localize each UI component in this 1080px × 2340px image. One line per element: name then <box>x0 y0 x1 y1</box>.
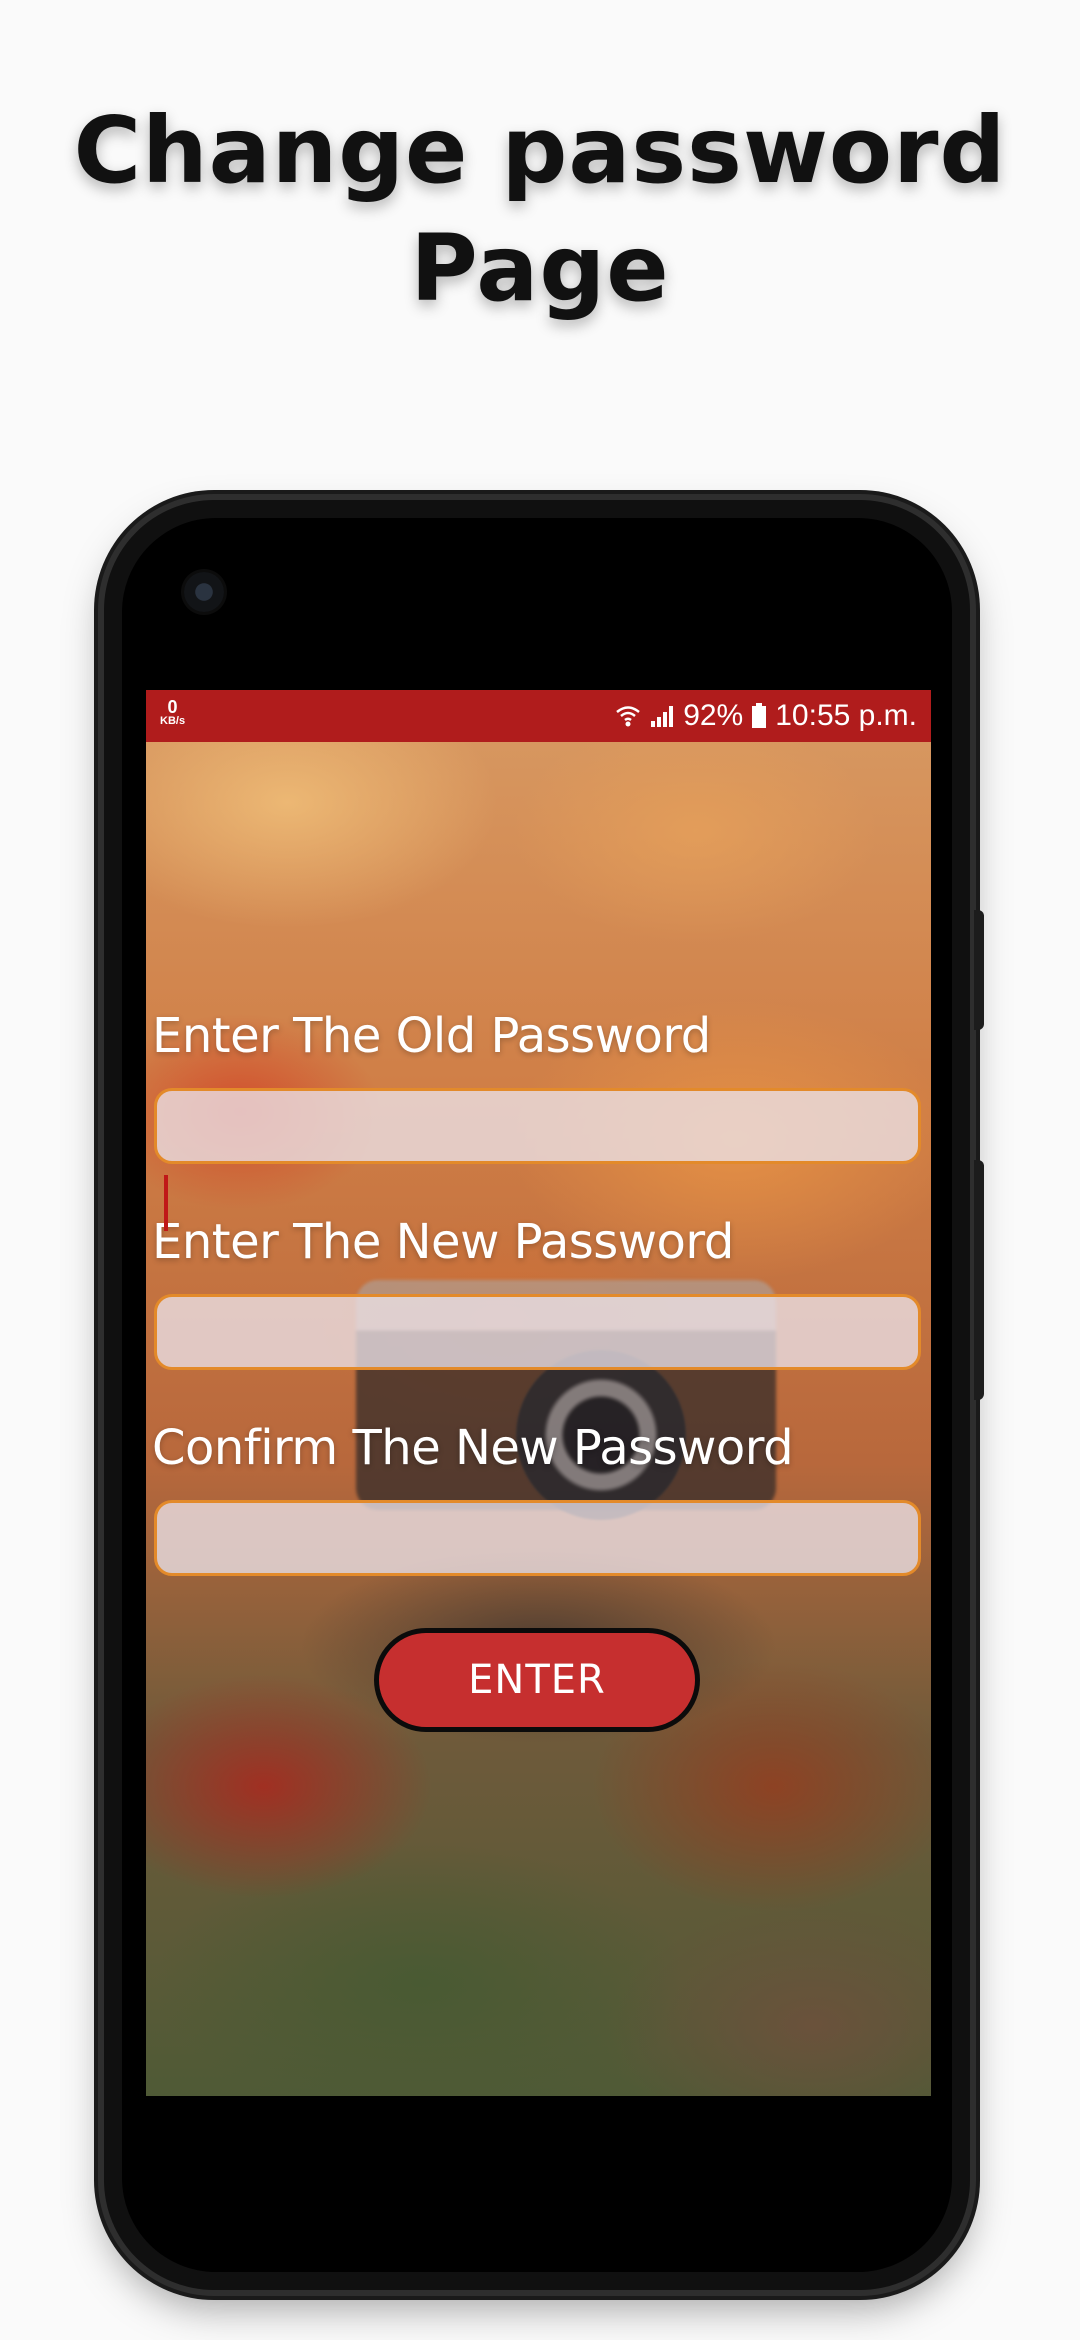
headline-line-2: Page <box>410 215 670 322</box>
text-cursor <box>164 1175 168 1231</box>
network-speed-unit: KB/s <box>160 715 186 727</box>
volume-button <box>974 910 984 1030</box>
status-bar: 0 KB/s 92% 10:55 p.m. <box>146 690 931 742</box>
battery-icon <box>751 703 767 729</box>
old-password-input[interactable] <box>154 1088 921 1164</box>
clock-time: 10:55 p.m. <box>775 699 917 732</box>
network-speed: 0 KB/s <box>160 698 185 727</box>
app-screen: 0 KB/s 92% 10:55 p.m. Enter The Old Pass… <box>146 690 931 2096</box>
new-password-input[interactable] <box>154 1294 921 1370</box>
wifi-icon <box>615 703 641 729</box>
power-button <box>974 1160 984 1400</box>
enter-button[interactable]: ENTER <box>374 1628 700 1732</box>
page-headline: Change password Page <box>0 92 1080 328</box>
new-password-label: Enter The New Password <box>152 1214 734 1270</box>
battery-percent: 92% <box>683 699 744 732</box>
confirm-password-input[interactable] <box>154 1500 921 1576</box>
signal-icon <box>649 703 675 729</box>
front-camera-icon <box>184 572 224 612</box>
status-right-group: 92% 10:55 p.m. <box>615 690 917 742</box>
old-password-label: Enter The Old Password <box>152 1008 711 1064</box>
confirm-password-label: Confirm The New Password <box>152 1420 794 1476</box>
network-speed-value: 0 <box>167 697 178 717</box>
headline-line-1: Change password <box>73 97 1007 204</box>
